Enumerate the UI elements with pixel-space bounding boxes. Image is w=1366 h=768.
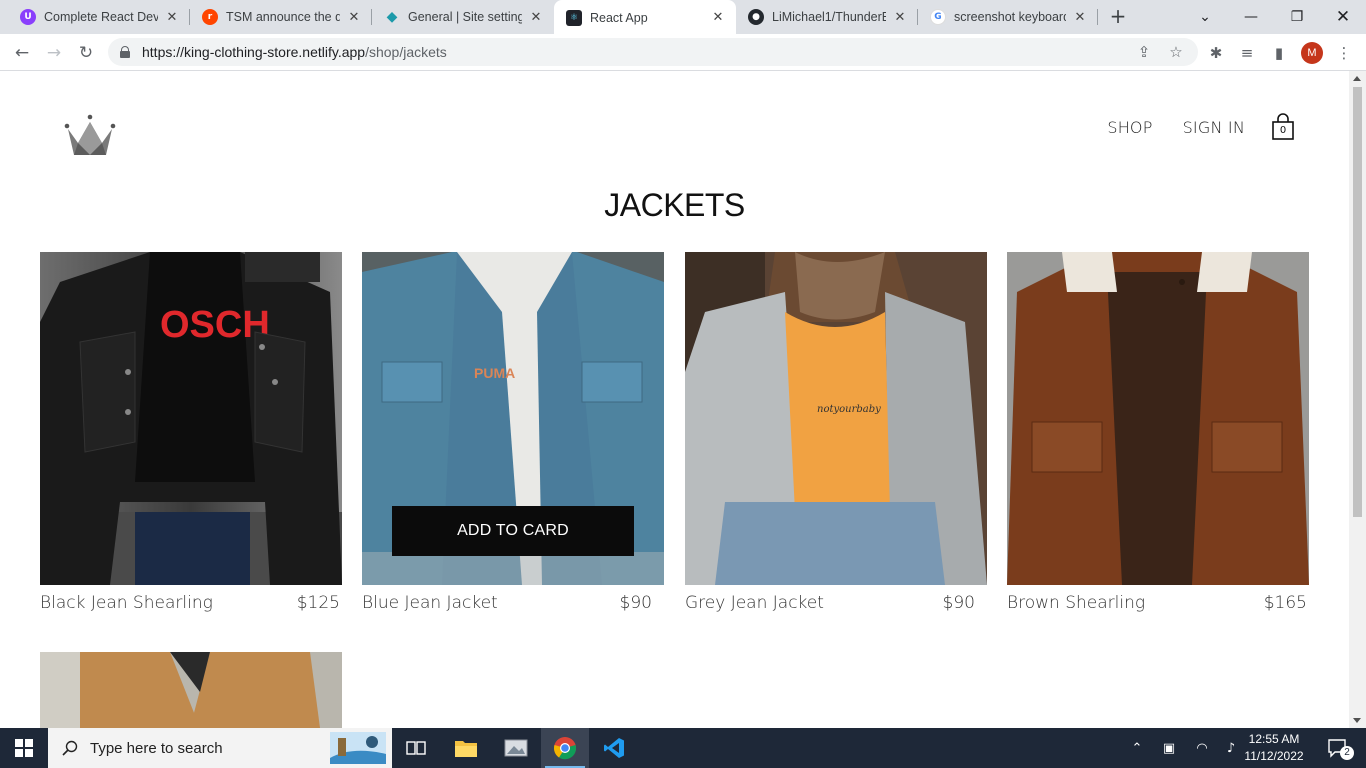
browser-tab[interactable]: U Complete React Devel ✕: [8, 0, 190, 34]
windows-taskbar: Type here to search ⌃ ▣ ◠ ♪ 12:55 AM 11/…: [0, 728, 1366, 768]
tab-title: Complete React Devel: [44, 10, 158, 24]
clock-time: 12:55 AM: [1248, 732, 1300, 746]
browser-tab[interactable]: ◆ General | Site settings ✕: [372, 0, 554, 34]
windows-start-icon[interactable]: [0, 728, 48, 768]
product-price: $90: [619, 593, 652, 613]
close-tab-icon[interactable]: ✕: [164, 10, 180, 25]
product-name: Blue Jean Jacket: [362, 593, 498, 613]
photos-app-icon[interactable]: [492, 728, 540, 768]
github-favicon-icon: ●: [748, 9, 764, 25]
nav-shop-link[interactable]: SHOP: [1107, 118, 1152, 137]
back-icon[interactable]: ←: [8, 39, 36, 67]
side-panel-icon[interactable]: ▮: [1265, 39, 1293, 67]
browser-tab[interactable]: G screenshot keyboard s ✕: [918, 0, 1098, 34]
close-tab-icon[interactable]: ✕: [346, 10, 362, 25]
tab-separator: [1097, 9, 1098, 25]
browser-tab[interactable]: r TSM announce the de ✕: [190, 0, 372, 34]
product-footer: Brown Shearling $165: [1007, 590, 1309, 616]
product-image[interactable]: notyourbaby: [685, 252, 987, 585]
scroll-up-icon[interactable]: [1353, 76, 1361, 81]
tab-search-icon[interactable]: ⌄: [1182, 0, 1228, 34]
new-tab-icon[interactable]: +: [1106, 5, 1130, 29]
address-bar[interactable]: https://king-clothing-store.netlify.app/…: [108, 38, 1198, 66]
browser-tab[interactable]: ● LiMichael1/ThunderBo ✕: [736, 0, 918, 34]
chrome-icon[interactable]: [541, 728, 589, 768]
product-price: $90: [942, 593, 975, 613]
crown-logo-icon[interactable]: [62, 113, 118, 157]
search-highlight-illustration-icon: [330, 732, 386, 764]
product-name: Grey Jean Jacket: [685, 593, 824, 613]
product-footer: Black Jean Shearling $125: [40, 590, 342, 616]
bookmark-star-icon[interactable]: ☆: [1162, 38, 1190, 66]
media-queue-icon[interactable]: ≡: [1233, 39, 1261, 67]
meet-now-icon[interactable]: ▣: [1158, 728, 1180, 768]
search-placeholder: Type here to search: [90, 739, 223, 757]
reload-icon[interactable]: ↻: [72, 39, 100, 67]
extensions-icon[interactable]: ✱: [1202, 39, 1230, 67]
tab-title: LiMichael1/ThunderBo: [772, 10, 886, 24]
browser-menu-icon[interactable]: ⋮: [1330, 39, 1358, 67]
google-favicon-icon: G: [930, 9, 946, 25]
browser-tab-active[interactable]: ⚛ React App ✕: [554, 0, 736, 35]
forward-icon[interactable]: →: [40, 39, 68, 67]
clock-date: 11/12/2022: [1244, 749, 1304, 763]
volume-icon[interactable]: ♪: [1220, 728, 1242, 768]
page-scrollbar[interactable]: [1349, 71, 1366, 728]
minimize-icon[interactable]: —: [1228, 0, 1274, 34]
shirt-print-text: OSCH: [160, 304, 270, 346]
product-price: $165: [1263, 593, 1307, 613]
product-footer: Blue Jean Jacket $90: [362, 590, 664, 616]
product-image[interactable]: [1007, 252, 1309, 585]
tab-title: React App: [590, 10, 648, 25]
taskbar-clock[interactable]: 12:55 AM 11/12/2022: [1240, 731, 1308, 765]
url-text[interactable]: https://king-clothing-store.netlify.app/…: [142, 44, 447, 60]
product-name: Black Jean Shearling: [40, 593, 213, 613]
taskbar-search-box[interactable]: Type here to search: [48, 728, 392, 768]
product-footer: Grey Jean Jacket $90: [685, 590, 987, 616]
product-name: Brown Shearling: [1007, 593, 1146, 613]
close-window-icon[interactable]: ✕: [1320, 0, 1366, 34]
url-path: /shop/jackets: [365, 44, 447, 60]
restore-icon[interactable]: ❐: [1274, 0, 1320, 34]
scrollbar-thumb[interactable]: [1353, 87, 1362, 517]
shopping-bag-icon[interactable]: 0: [1271, 113, 1295, 141]
product-image[interactable]: [40, 652, 342, 728]
profile-avatar[interactable]: M: [1301, 42, 1323, 64]
close-tab-icon[interactable]: ✕: [710, 10, 726, 25]
notification-count: 2: [1340, 746, 1354, 760]
add-to-cart-button[interactable]: ADD TO CARD: [392, 506, 634, 556]
site-nav: SHOP SIGN IN 0: [1077, 113, 1295, 141]
task-view-icon[interactable]: [392, 728, 440, 768]
udemy-favicon-icon: U: [20, 9, 36, 25]
close-tab-icon[interactable]: ✕: [892, 10, 908, 25]
close-tab-icon[interactable]: ✕: [528, 10, 544, 25]
notification-center-icon[interactable]: 2: [1318, 728, 1358, 768]
cart-count: 0: [1279, 125, 1287, 136]
browser-toolbar: ← → ↻ https://king-clothing-store.netlif…: [0, 34, 1366, 71]
close-tab-icon[interactable]: ✕: [1072, 10, 1088, 25]
shirt-print-text: notyourbaby: [817, 404, 881, 415]
vscode-icon[interactable]: [590, 728, 638, 768]
page-viewport: SHOP SIGN IN 0 JACKETS OSCH Black Jean S…: [0, 71, 1349, 728]
lock-icon[interactable]: [120, 46, 130, 58]
share-icon[interactable]: ⇪: [1130, 38, 1158, 66]
tab-title: General | Site settings: [408, 10, 522, 24]
tab-title: screenshot keyboard s: [954, 10, 1066, 24]
reddit-favicon-icon: r: [202, 9, 218, 25]
scroll-down-icon[interactable]: [1353, 718, 1361, 723]
tab-title: TSM announce the de: [226, 10, 340, 24]
file-explorer-icon[interactable]: [442, 728, 490, 768]
shirt-print-text: PUMA: [474, 365, 515, 381]
product-image[interactable]: OSCH: [40, 252, 342, 585]
category-title: JACKETS: [604, 187, 745, 223]
show-hidden-icons-icon[interactable]: ⌃: [1126, 728, 1148, 768]
url-host: https://king-clothing-store.netlify.app: [142, 44, 366, 60]
search-icon: [62, 740, 78, 756]
netlify-favicon-icon: ◆: [386, 9, 398, 25]
product-price: $125: [296, 593, 340, 613]
nav-sign-in-link[interactable]: SIGN IN: [1183, 118, 1245, 137]
react-favicon-icon: ⚛: [566, 9, 582, 26]
browser-tab-strip: U Complete React Devel ✕ r TSM announce …: [0, 0, 1366, 35]
network-wifi-icon[interactable]: ◠: [1190, 728, 1214, 768]
